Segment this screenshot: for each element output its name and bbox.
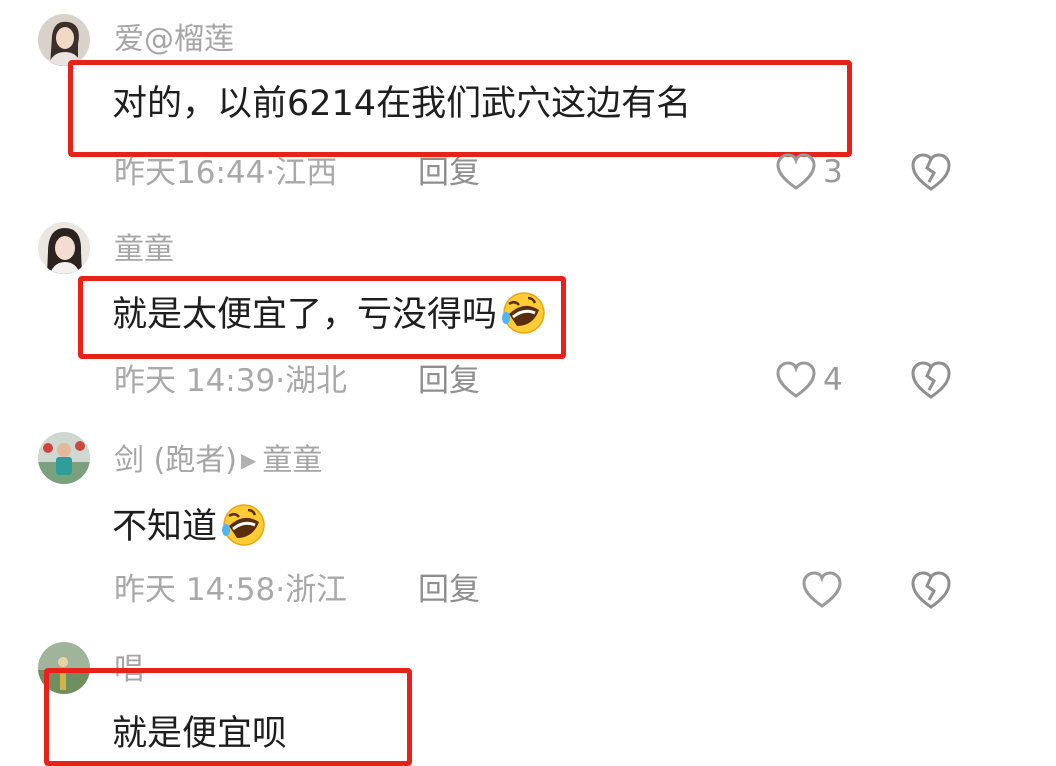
comment-meta: 昨天 14:39·湖北 (114, 362, 347, 400)
comment-username[interactable]: 唱 (114, 652, 144, 688)
like-count: 3 (823, 154, 843, 190)
broken-heart-icon[interactable] (909, 358, 953, 402)
comment-text: 就是便宜呗 (112, 714, 288, 754)
comment-time: 昨天 14:58 (114, 572, 276, 608)
comment-text: 就是太便宜了，亏没得吗 (112, 290, 547, 337)
comment-text-content: 不知道 (112, 507, 218, 547)
broken-heart-icon[interactable] (909, 568, 953, 612)
avatar[interactable] (38, 14, 90, 66)
heart-icon (776, 153, 816, 190)
rolling-laughing-emoji-icon (222, 504, 265, 546)
like-button[interactable]: 4 (775, 358, 843, 402)
comment-text: 对的，以前6214在我们武穴这边有名 (112, 84, 692, 124)
comment-text: 不知道 (112, 502, 267, 549)
avatar[interactable] (38, 222, 90, 274)
comment-time: 昨天 14:39 (114, 363, 276, 399)
comment-meta: 昨天16:44·江西 (114, 154, 337, 192)
comment-username[interactable]: 童童 (114, 232, 174, 268)
comment-location: 湖北 (285, 363, 348, 399)
meta-separator: · (275, 363, 286, 399)
avatar[interactable] (38, 642, 90, 694)
comment-username[interactable]: 爱@榴莲 (114, 22, 234, 58)
reply-button[interactable]: 回复 (418, 362, 480, 400)
heart-icon (802, 571, 842, 608)
comment-location: 浙江 (285, 572, 348, 608)
comment-section: 爱@榴莲 对的，以前6214在我们武穴这边有名 昨天16:44·江西 回复 3 … (0, 0, 1056, 766)
meta-separator: · (265, 155, 276, 191)
reply-button[interactable]: 回复 (418, 571, 480, 609)
heart-icon (776, 361, 816, 398)
reply-target[interactable]: 童童 (262, 443, 322, 478)
like-count: 4 (823, 362, 843, 398)
meta-separator: · (275, 572, 286, 608)
reply-arrow-icon: ▶ (240, 448, 257, 472)
reply-button[interactable]: 回复 (418, 154, 480, 192)
like-button[interactable]: 3 (775, 150, 843, 194)
comment-meta: 昨天 14:58·浙江 (114, 571, 347, 609)
comment-time: 昨天16:44 (114, 155, 266, 191)
comment-location: 江西 (275, 155, 338, 191)
broken-heart-icon[interactable] (909, 150, 953, 194)
comment-text-content: 就是太便宜了，亏没得吗 (112, 295, 498, 335)
rolling-laughing-emoji-icon (502, 292, 545, 334)
like-button[interactable] (801, 568, 843, 612)
avatar[interactable] (38, 432, 90, 484)
reply-author[interactable]: 剑 (跑者) (114, 443, 237, 478)
comment-username[interactable]: 剑 (跑者) ▶ 童童 (114, 442, 322, 479)
